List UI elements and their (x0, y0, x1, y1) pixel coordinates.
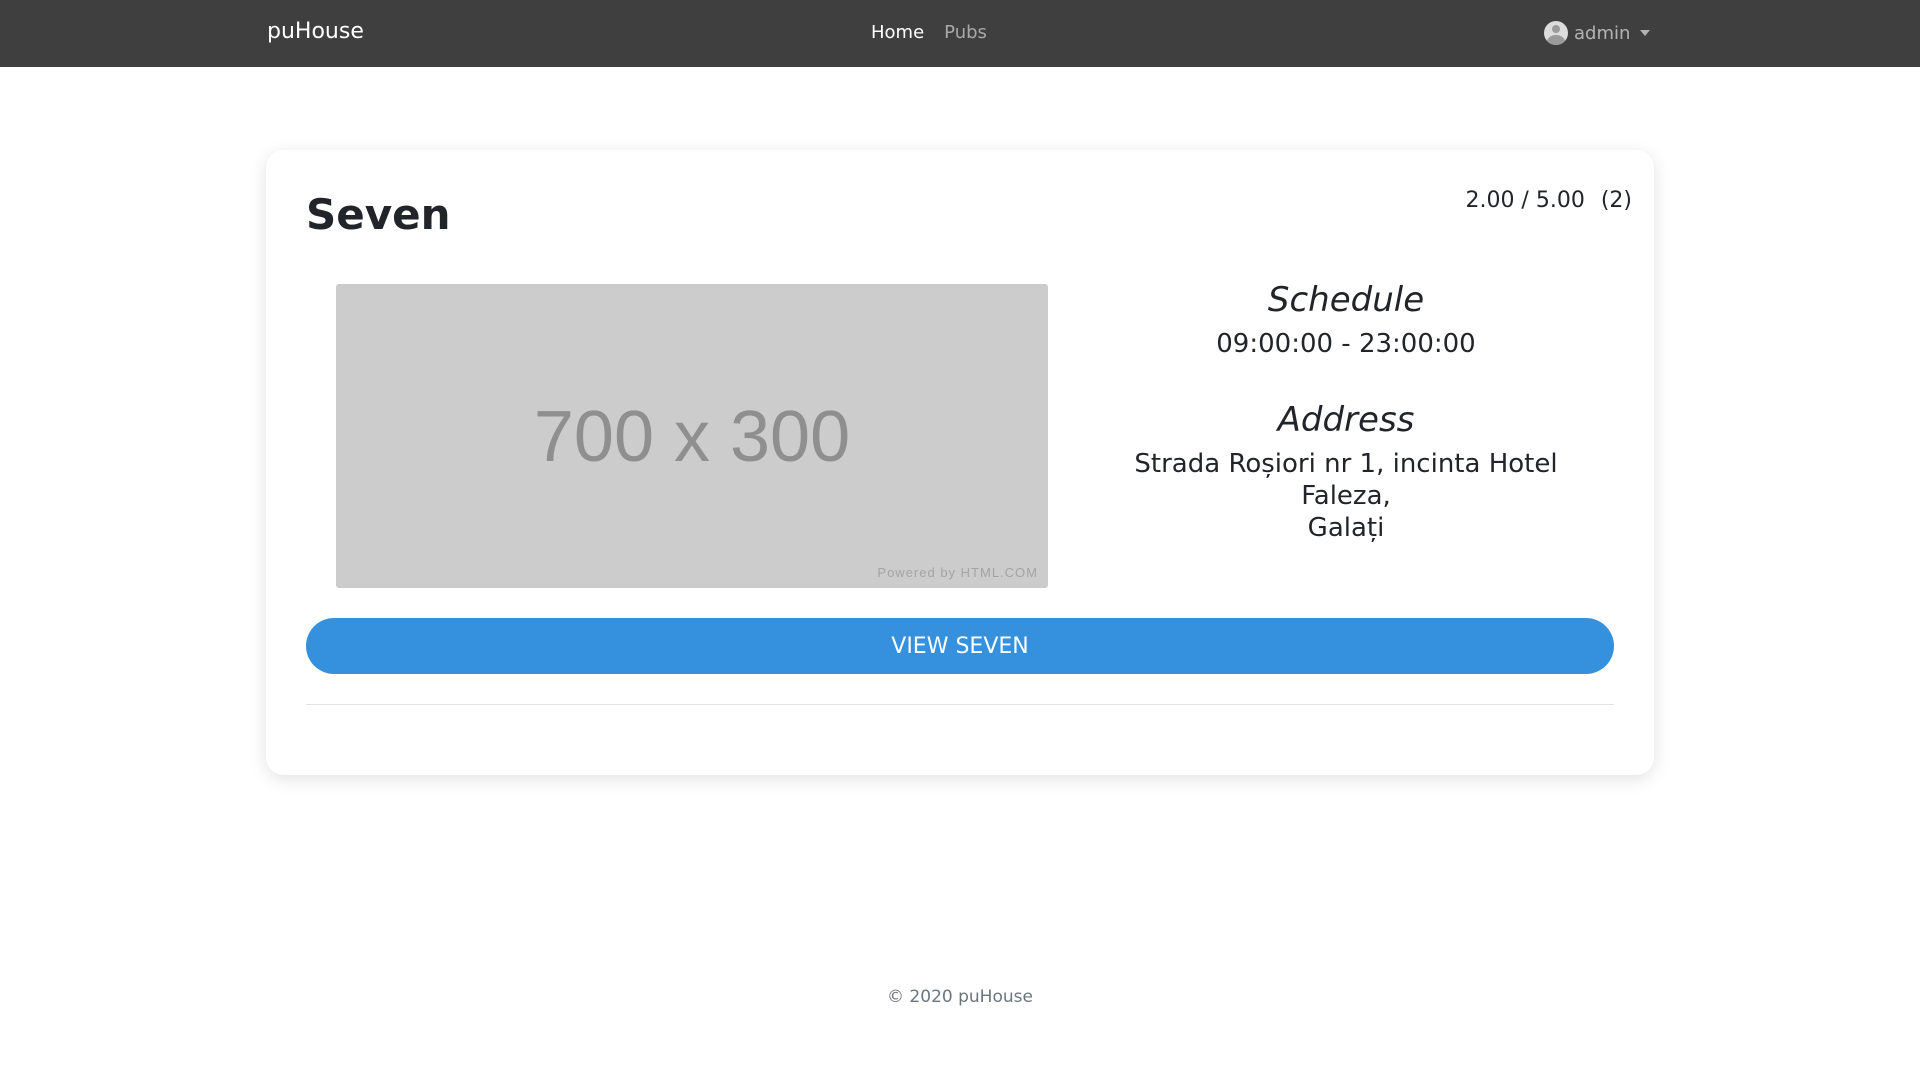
address-heading: Address (1277, 400, 1415, 440)
view-pub-button[interactable]: VIEW SEVEN (306, 618, 1614, 674)
footer-copyright: © 2020 puHouse (887, 987, 1033, 1007)
placeholder-dimensions: 700 x 300 (533, 397, 851, 477)
user-menu-dropdown[interactable]: admin (1544, 21, 1651, 45)
pub-card: Seven 2.00 / 5.00 (2) 700 x 300 Powered b… (266, 150, 1654, 775)
caret-down-icon (1640, 30, 1651, 36)
schedule-value: 09:00:00 - 23:00:00 (1216, 329, 1476, 359)
schedule-heading: Schedule (1267, 280, 1425, 320)
pub-info: Schedule 09:00:00 - 23:00:00 Address Str… (1086, 280, 1606, 544)
rating-count: (2) (1600, 188, 1632, 213)
placeholder-powered-by: Powered by HTML.COM (877, 565, 1038, 580)
nav-link-pubs[interactable]: Pubs (944, 22, 987, 43)
nav-link-home[interactable]: Home (871, 22, 924, 43)
pub-image-placeholder: 700 x 300 Powered by HTML.COM (336, 284, 1048, 588)
user-avatar-icon (1544, 21, 1568, 45)
user-name: admin (1574, 22, 1631, 44)
divider (306, 704, 1614, 705)
address-line-2: Galați (1307, 513, 1385, 543)
brand-link[interactable]: puHouse (267, 19, 364, 44)
pub-title: Seven (306, 190, 451, 239)
rating-value: 2.00 / 5.00 (1465, 188, 1585, 213)
nav-links: Home Pubs (871, 22, 987, 43)
pub-rating: 2.00 / 5.00 (2) (1465, 188, 1632, 213)
address-value: Strada Roșiori nr 1, incinta Hotel Falez… (1086, 448, 1606, 544)
address-line-1: Strada Roșiori nr 1, incinta Hotel Falez… (1134, 449, 1558, 511)
navbar: puHouse Home Pubs admin (0, 0, 1920, 67)
